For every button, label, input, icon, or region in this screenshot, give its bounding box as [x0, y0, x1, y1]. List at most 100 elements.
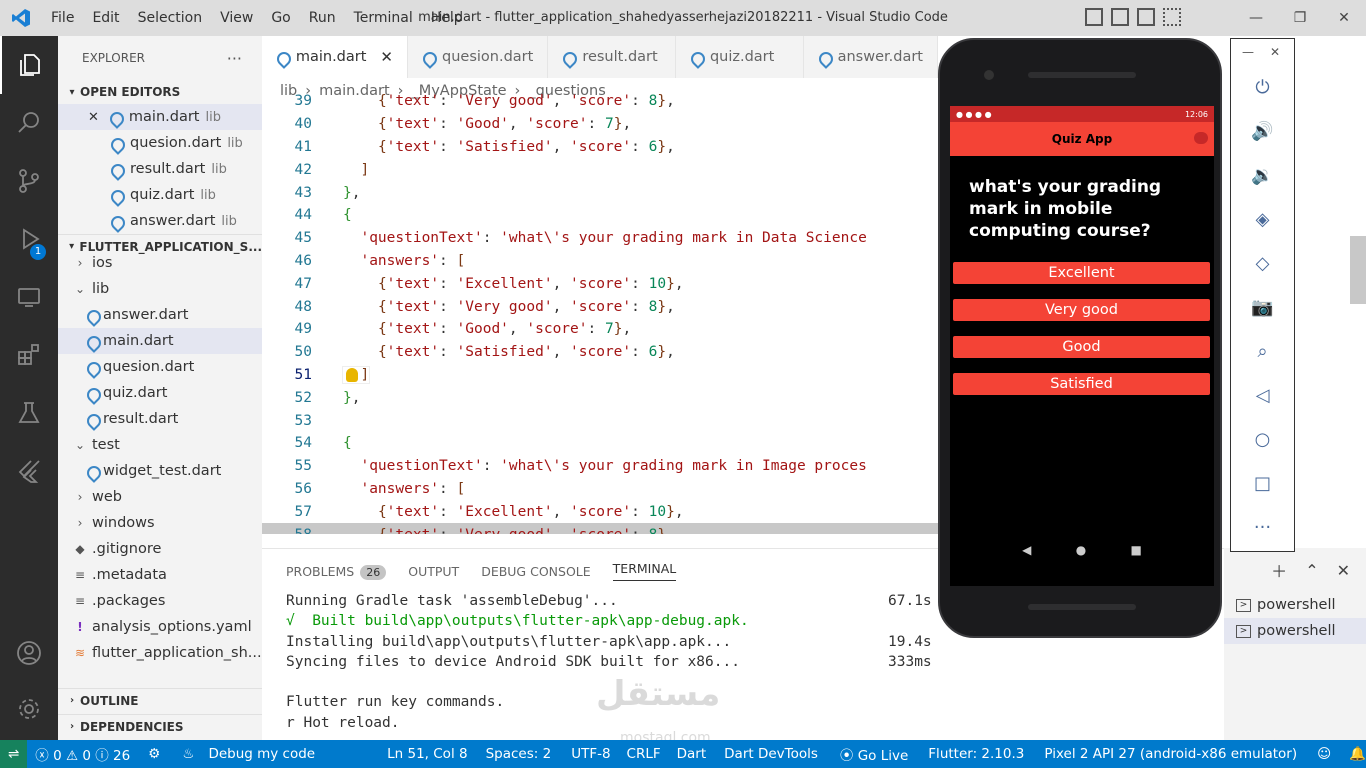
cursor-position[interactable]: Ln 51, Col 8	[387, 746, 467, 762]
tab-quiz[interactable]: quiz.dart	[676, 36, 804, 78]
minimize-icon[interactable]: —	[1234, 10, 1278, 26]
toggle-panel-icon[interactable]	[1111, 8, 1129, 26]
tree-item[interactable]: › windows	[58, 510, 262, 536]
volume-down-icon[interactable]: 🔉	[1231, 153, 1294, 197]
terminal-instance[interactable]: > powershell	[1224, 592, 1366, 618]
tree-item[interactable]: widget_test.dart	[58, 458, 262, 484]
emulator-minimize-icon[interactable]: —	[1242, 45, 1254, 59]
open-editor-item[interactable]: quiz.dart lib	[58, 182, 262, 208]
menu-help[interactable]: Help	[422, 10, 472, 26]
remote-icon[interactable]: ⇌	[0, 740, 28, 768]
close-icon[interactable]: ✕	[1322, 10, 1366, 26]
tree-item[interactable]: quesion.dart	[58, 354, 262, 380]
flutter-icon[interactable]	[0, 442, 58, 500]
tab-main[interactable]: main.dart ✕	[262, 36, 408, 78]
tree-item[interactable]: ! analysis_options.yaml	[58, 614, 262, 640]
menu-file[interactable]: File	[42, 10, 83, 26]
notifications-bell-icon[interactable]: 🔔	[1349, 746, 1366, 762]
flutter-version[interactable]: Flutter: 2.10.3	[928, 746, 1024, 762]
search-icon[interactable]	[0, 94, 58, 152]
menu-edit[interactable]: Edit	[83, 10, 128, 26]
tab-result[interactable]: result.dart	[548, 36, 676, 78]
emulator-close-icon[interactable]: ✕	[1270, 45, 1280, 59]
recents-nav-icon[interactable]: ■	[1131, 543, 1142, 557]
menu-go[interactable]: Go	[262, 10, 299, 26]
volume-up-icon[interactable]: 🔊	[1231, 109, 1294, 153]
tab-answer[interactable]: answer.dart	[804, 36, 938, 78]
run-debug-icon[interactable]: 1	[0, 210, 58, 268]
tree-item[interactable]: ⌄ test	[58, 432, 262, 458]
device-selector[interactable]: Pixel 2 API 27 (android-x86 emulator)	[1044, 746, 1297, 762]
outline-section[interactable]: › OUTLINE	[58, 688, 262, 712]
power-icon[interactable]: ⏻	[1231, 65, 1294, 109]
answer-button[interactable]: Good	[953, 336, 1210, 358]
menu-selection[interactable]: Selection	[129, 10, 212, 26]
source-control-icon[interactable]	[0, 152, 58, 210]
indentation[interactable]: Spaces: 2	[486, 746, 552, 762]
more-options-icon[interactable]: ···	[1231, 505, 1294, 549]
minimap[interactable]	[1296, 36, 1366, 548]
file-encoding[interactable]: UTF-8	[571, 746, 610, 762]
open-editor-item[interactable]: answer.dart lib	[58, 208, 262, 234]
back-nav-icon[interactable]: ◀	[1022, 543, 1031, 557]
open-editors-section[interactable]: ▾ OPEN EDITORS	[58, 80, 262, 104]
testing-icon[interactable]	[0, 384, 58, 442]
language-mode[interactable]: Dart	[677, 746, 707, 762]
overview-icon[interactable]: □	[1231, 461, 1294, 505]
debug-run-icon[interactable]: ⚙	[148, 746, 160, 762]
code-view[interactable]: 39 {'text': 'Very good', 'score': 8}, 40 …	[262, 90, 938, 534]
maximize-panel-icon[interactable]: ⌃	[1305, 561, 1318, 580]
close-editor-icon[interactable]: ✕	[88, 110, 99, 125]
toggle-sidebar-icon[interactable]	[1085, 8, 1103, 26]
close-panel-icon[interactable]: ✕	[1337, 561, 1350, 580]
menu-view[interactable]: View	[211, 10, 262, 26]
tree-item[interactable]: result.dart	[58, 406, 262, 432]
more-actions-icon[interactable]: ···	[227, 49, 242, 68]
tree-item[interactable]: ≡ .packages	[58, 588, 262, 614]
tree-item[interactable]: answer.dart	[58, 302, 262, 328]
dart-devtools[interactable]: Dart DevTools	[724, 746, 818, 762]
dependencies-section[interactable]: › DEPENDENCIES	[58, 714, 262, 738]
screenshot-camera-icon[interactable]: 📷	[1231, 285, 1294, 329]
accounts-icon[interactable]	[0, 624, 58, 682]
extensions-icon[interactable]	[0, 326, 58, 384]
tree-item[interactable]: ◆ .gitignore	[58, 536, 262, 562]
close-tab-icon[interactable]: ✕	[380, 48, 393, 66]
explorer-icon[interactable]	[0, 36, 58, 94]
menu-terminal[interactable]: Terminal	[345, 10, 422, 26]
tree-item[interactable]: quiz.dart	[58, 380, 262, 406]
panel-tab-output[interactable]: OUTPUT	[408, 564, 459, 579]
new-terminal-icon[interactable]: ＋	[1271, 558, 1287, 582]
tree-item[interactable]: ≋ flutter_application_sh...	[58, 640, 262, 662]
panel-tab-terminal[interactable]: TERMINAL	[612, 561, 677, 581]
back-icon[interactable]: ◁	[1231, 373, 1294, 417]
rotate-left-icon[interactable]: ◈	[1231, 197, 1294, 241]
home-nav-icon[interactable]: ●	[1076, 543, 1086, 557]
open-editor-item[interactable]: quesion.dart lib	[58, 130, 262, 156]
toggle-secondary-sidebar-icon[interactable]	[1137, 8, 1155, 26]
answer-button[interactable]: Satisfied	[953, 373, 1210, 395]
open-editor-item[interactable]: result.dart lib	[58, 156, 262, 182]
answer-button[interactable]: Excellent	[953, 262, 1210, 284]
panel-tab-problems[interactable]: PROBLEMS 26	[286, 564, 387, 580]
tree-item[interactable]: ⌄ lib	[58, 276, 262, 302]
tree-item[interactable]: › web	[58, 484, 262, 510]
lightbulb-icon[interactable]	[346, 368, 358, 382]
restore-icon[interactable]: ❐	[1278, 10, 1322, 26]
emulator-screen[interactable]: ● ● ● ● 12:06 Quiz App what's your gradi…	[950, 106, 1214, 586]
end-of-line[interactable]: CRLF	[627, 746, 661, 762]
tree-item[interactable]: ≡ .metadata	[58, 562, 262, 588]
rotate-right-icon[interactable]: ◇	[1231, 241, 1294, 285]
menu-run[interactable]: Run	[300, 10, 345, 26]
problems-status[interactable]: ⓧ 0 ⚠ 0 ⓘ 26	[35, 744, 130, 764]
home-icon[interactable]: ○	[1231, 417, 1294, 461]
open-editor-item[interactable]: ✕ main.dart lib	[58, 104, 262, 130]
customize-layout-icon[interactable]	[1163, 8, 1181, 26]
tree-item[interactable]: main.dart	[58, 328, 262, 354]
feedback-icon[interactable]: ☺	[1317, 746, 1331, 762]
terminal-instance[interactable]: > powershell	[1224, 618, 1366, 644]
debug-config[interactable]: Debug my code	[208, 746, 315, 762]
zoom-icon[interactable]: ⌕	[1231, 329, 1294, 373]
go-live-button[interactable]: ⦿ Go Live	[840, 744, 908, 764]
remote-explorer-icon[interactable]	[0, 268, 58, 326]
